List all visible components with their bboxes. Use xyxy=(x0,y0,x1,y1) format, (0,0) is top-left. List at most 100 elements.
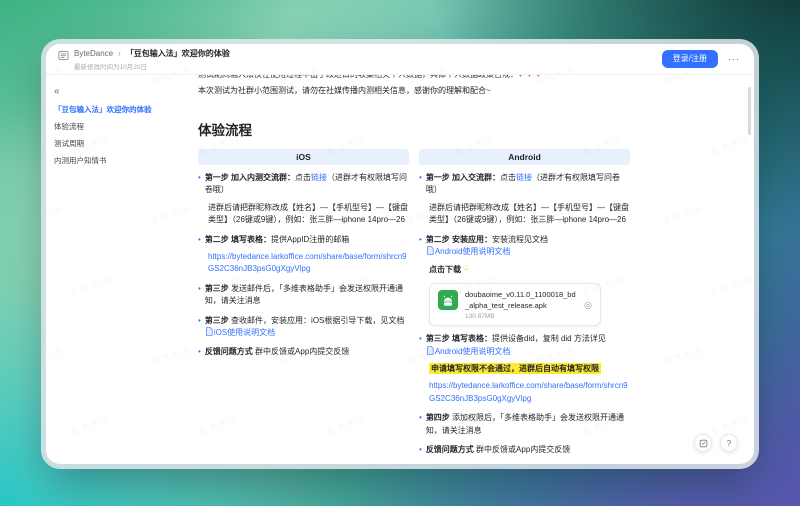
ios-nickname-note: 进群后请把群昵称改成【姓名】—【手机型号】—【键盘类型】（26键或9键），例如：… xyxy=(208,202,408,225)
bullet-icon xyxy=(419,412,422,437)
sidebar-collapse-icon[interactable]: « xyxy=(54,86,60,97)
step-label: 第三步 xyxy=(204,315,232,325)
feedback-text: 群中反馈或App内提交反馈 xyxy=(252,347,350,357)
android-nickname-note: 进群后请把群昵称改成【姓名】—【手机型号】—【键盘类型】（26键或9键），例如：… xyxy=(429,202,629,225)
directory-icon[interactable] xyxy=(58,48,69,61)
bullet-icon xyxy=(198,234,201,246)
android-step-4: 第四步 添加权限后，「多维表格助手」会发送权限开通通知，请关注消息 xyxy=(419,412,630,437)
heart-icons: ♥ ♥ ♥ xyxy=(518,75,542,79)
android-column: Android 第一步 加入交流群：点击链接（进群才有权限填写问卷哦） 进群后请… xyxy=(419,149,630,456)
feedback-text: 群中反馈或App内提交反馈 xyxy=(473,445,571,455)
step-text: 添加权限后，「多维表格助手」会发送权限开通通知，请关注消息 xyxy=(425,413,625,435)
last-modified-label: 最新修改时间为10月20日 xyxy=(74,64,147,71)
step-label: 第二步 填写表格： xyxy=(204,234,272,244)
ios-join-group-link[interactable]: 链接 xyxy=(311,173,327,182)
doc-window: ByteDance › 「豆包输入法」欢迎你的体验 最新修改时间为10月20日 … xyxy=(46,44,754,464)
experience-table: iOS 第一步 加入内测交流群：点击链接（进群才有权限填写问卷哦） 进群后请把群… xyxy=(198,149,630,456)
page-title: 「豆包输入法」欢迎你的体验 xyxy=(125,49,230,58)
doc-icon xyxy=(426,246,434,255)
step-label: 第四步 xyxy=(425,413,453,423)
android-step-2: 第二步 安装应用：安装流程见文档 Android使用说明文档 xyxy=(419,234,630,259)
test-notice-paragraph: 本次测试为社群小范围测试，请勿在社媒传播内测相关信息，感谢你的理解和配合~ xyxy=(198,86,491,95)
bullet-icon xyxy=(198,172,201,197)
android-step-1: 第一步 加入交流群：点击链接（进群才有权限填写问卷哦） xyxy=(419,172,630,197)
android-feedback-row: 反馈问题方式 群中反馈或App内提交反馈 xyxy=(419,444,630,456)
help-button[interactable]: ? xyxy=(720,434,738,452)
doc-content: 测试期间输入法仅在使用过程中出于改进目的收集相关个人数据，具体个人数据政策合规：… xyxy=(198,75,630,456)
more-menu-icon[interactable]: ··· xyxy=(728,54,740,64)
file-size: 130.87MB xyxy=(465,313,495,321)
breadcrumb-separator-icon: › xyxy=(118,49,121,58)
doc-main-area: 测试期间输入法仅在使用过程中出于改进目的收集相关个人数据，具体个人数据政策合规：… xyxy=(198,75,754,463)
ios-column: iOS 第一步 加入内测交流群：点击链接（进群才有权限填写问卷哦） 进群后请把群… xyxy=(198,149,409,456)
android-form-url-link[interactable]: https://bytedance.larkoffice.com/share/b… xyxy=(429,381,628,402)
ios-step-1: 第一步 加入内测交流群：点击链接（进群才有权限填写问卷哦） xyxy=(198,172,409,197)
download-label: 点击下载 xyxy=(429,265,461,275)
android-form-link-wrap: https://bytedance.larkoffice.com/share/b… xyxy=(429,380,630,405)
step-label: 第一步 加入内测交流群： xyxy=(204,173,296,182)
step-text: 提供设备did，复制 did 方法详见 xyxy=(492,334,606,344)
bullet-icon xyxy=(419,234,422,259)
download-prompt: 点击下载 ☟ xyxy=(429,263,630,277)
android-column-header: Android xyxy=(419,149,630,165)
ios-column-header: iOS xyxy=(198,149,409,165)
step-text: 发送邮件后，「多维表格助手」会发送权限开通通知，请关注消息 xyxy=(204,283,404,306)
bullet-icon xyxy=(198,346,201,358)
login-register-button[interactable]: 登录/注册 xyxy=(661,50,718,68)
apk-attachment-card[interactable]: doubaoime_v0.11.0_1100018_bd_alpha_test_… xyxy=(429,283,601,327)
breadcrumb-root[interactable]: ByteDance xyxy=(74,49,113,58)
breadcrumb: ByteDance › 「豆包输入法」欢迎你的体验 最新修改时间为10月20日 xyxy=(58,48,230,71)
sidebar-item-experience-flow[interactable]: 体验流程 xyxy=(54,122,190,132)
intro-text: 测试期间输入法仅在使用过程中出于改进目的收集相关个人数据，具体个人数据政策合规： xyxy=(198,75,518,79)
file-name: doubaoime_v0.11.0_1100018_bd_alpha_test_… xyxy=(465,290,576,310)
clipped-intro-line: 测试期间输入法仅在使用过程中出于改进目的收集相关个人数据，具体个人数据政策合规：… xyxy=(198,75,630,81)
step-text: 查收邮件，安装应用：iOS根据引导下载，见文档 xyxy=(231,315,405,325)
section-title: 体验流程 xyxy=(198,123,252,138)
android-join-group-link[interactable]: 链接 xyxy=(516,173,532,182)
feedback-button[interactable] xyxy=(694,434,712,452)
title-bar: ByteDance › 「豆包输入法」欢迎你的体验 最新修改时间为10月20日 … xyxy=(46,44,754,75)
highlighted-text: 申请填写权限不会通过，进群后自动有填写权限 xyxy=(429,363,601,375)
permission-highlight-note: 申请填写权限不会通过，进群后自动有填写权限 xyxy=(429,363,630,375)
bullet-icon xyxy=(419,444,422,456)
step-label: 第二步 安装应用： xyxy=(425,234,493,244)
android-step-3: 第三步 填写表格：提供设备did，复制 did 方法详见Android使用说明文… xyxy=(419,333,630,358)
android-apk-icon xyxy=(438,290,458,311)
ios-form-link-wrap: https://bytedance.larkoffice.com/share/b… xyxy=(208,251,409,276)
android-guide-doc-link[interactable]: Android使用说明文档 xyxy=(426,246,510,256)
doc-icon xyxy=(426,345,434,355)
step-text: 提供AppID注册的邮箱 xyxy=(271,234,350,244)
feedback-label: 反馈问题方式 xyxy=(204,347,253,357)
ios-step-2: 第二步 填写表格：提供AppID注册的邮箱 xyxy=(198,234,409,246)
scrollbar-thumb[interactable] xyxy=(748,87,751,135)
floating-buttons: ? xyxy=(694,434,738,452)
step-text: 安装流程见文档 xyxy=(492,234,549,244)
android-did-doc-link[interactable]: Android使用说明文档 xyxy=(426,345,510,356)
preview-eye-icon[interactable]: ◎ xyxy=(584,300,592,311)
sidebar-item-beta-consent[interactable]: 内测用户知情书 xyxy=(54,156,190,166)
step-label: 第三步 xyxy=(204,283,232,293)
sidebar-item-doc-title[interactable]: 「豆包输入法」欢迎你的体验 xyxy=(54,105,190,115)
window-body: « 「豆包输入法」欢迎你的体验 体验流程 测试周期 内测用户知情书 测试期间输入… xyxy=(46,75,754,463)
ios-step-4: 第三步 查收邮件，安装应用：iOS根据引导下载，见文档 iOS使用说明文档 xyxy=(198,315,409,340)
bullet-icon xyxy=(419,172,422,197)
bullet-icon xyxy=(198,283,201,308)
step-label: 第三步 填写表格： xyxy=(425,334,493,344)
help-icon: ? xyxy=(726,438,732,448)
feedback-icon xyxy=(699,439,707,447)
step-text: 点击 xyxy=(295,173,312,182)
pointing-down-icon: ☟ xyxy=(463,264,469,275)
sidebar-item-test-period[interactable]: 测试周期 xyxy=(54,139,190,149)
ios-step-3: 第三步 发送邮件后，「多维表格助手」会发送权限开通通知，请关注消息 xyxy=(198,283,409,308)
bullet-icon xyxy=(198,315,201,340)
step-text: 点击 xyxy=(500,173,517,182)
bullet-icon xyxy=(419,333,422,358)
file-meta: doubaoime_v0.11.0_1100018_bd_alpha_test_… xyxy=(465,290,577,320)
step-label: 第一步 加入交流群： xyxy=(425,173,501,182)
ios-feedback-row: 反馈问题方式 群中反馈或App内提交反馈 xyxy=(198,346,409,358)
sidebar-toc: « 「豆包输入法」欢迎你的体验 体验流程 测试周期 内测用户知情书 xyxy=(46,75,198,463)
doc-icon xyxy=(205,327,213,336)
ios-guide-doc-link[interactable]: iOS使用说明文档 xyxy=(205,327,275,337)
feedback-label: 反馈问题方式 xyxy=(425,445,474,455)
ios-form-url-link[interactable]: https://bytedance.larkoffice.com/share/b… xyxy=(208,252,407,273)
